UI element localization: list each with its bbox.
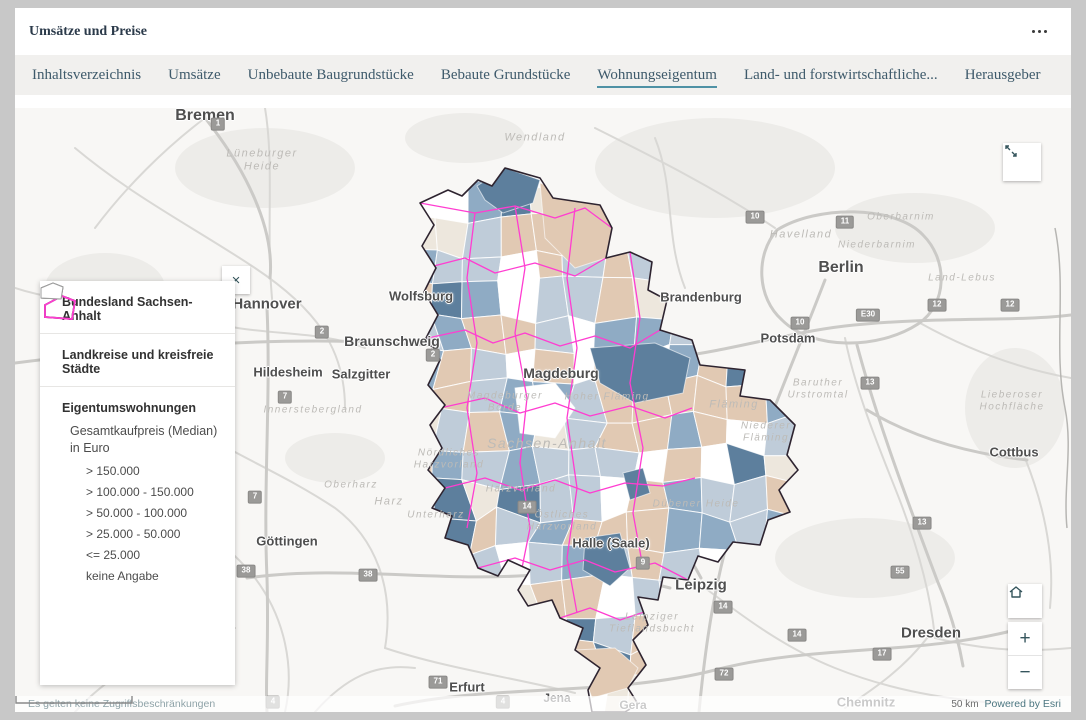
tab-bar: Inhaltsverzeichnis Umsätze Unbebaute Baugr… xyxy=(15,55,1071,95)
attribution-text: Es gelten keine Zugriffsbeschränkungen xyxy=(15,698,951,710)
legend-class-label: <= 25.000 xyxy=(86,548,140,562)
attribution-bar: Es gelten keine Zugriffsbeschränkungen 5… xyxy=(15,696,1071,712)
overflow-menu-icon[interactable] xyxy=(1026,24,1053,39)
header: Umsätze und Preise xyxy=(15,8,1071,55)
legend-class-row: <= 25.000 xyxy=(76,548,221,562)
zoom-control: + − xyxy=(1008,622,1042,689)
legend-class-row: > 25.000 - 50.000 xyxy=(76,527,221,541)
zoom-in-button[interactable]: + xyxy=(1008,622,1042,655)
legend-class-label: > 100.000 - 150.000 xyxy=(86,485,194,499)
page-title: Umsätze und Preise xyxy=(29,24,147,40)
legend-class-label: > 150.000 xyxy=(86,464,140,478)
zoom-out-button[interactable]: − xyxy=(1008,655,1042,689)
legend-renderer-subtitle: Gesamtkaufpreis (Median) in Euro xyxy=(70,423,220,457)
legend-class-label: > 25.000 - 50.000 xyxy=(86,527,180,541)
tab-herausgeber[interactable]: Herausgeber xyxy=(965,67,1041,84)
legend-panel: Bundesland Sachsen-Anhalt Landkreise und… xyxy=(40,281,235,685)
legend-class-row: > 50.000 - 100.000 xyxy=(76,506,221,520)
home-icon xyxy=(1008,584,1024,600)
tab-unbebaute-baugrundstücke[interactable]: Unbebaute Baugrundstücke xyxy=(248,67,414,84)
scale-line xyxy=(15,696,133,704)
legend-class-row: keine Angabe xyxy=(76,569,221,583)
tab-inhaltsverzeichnis[interactable]: Inhaltsverzeichnis xyxy=(32,67,141,84)
scale-bar: 50 km Powered by Esri xyxy=(951,698,1071,710)
expand-icon xyxy=(1003,143,1019,159)
map-canvas[interactable]: BremenHannoverWolfsburgBraunschweigHilde… xyxy=(15,108,1071,712)
tab-umsätze[interactable]: Umsätze xyxy=(168,67,220,84)
tab-wohnungseigentum[interactable]: Wohnungseigentum xyxy=(597,67,717,84)
legend-class-label: keine Angabe xyxy=(86,569,159,583)
choropleth-municipalities xyxy=(395,145,872,712)
expand-button[interactable] xyxy=(1003,143,1041,181)
legend-renderer-title: Eigentumswohnungen xyxy=(62,401,221,415)
legend-section-districts: Landkreise und kreisfreie Städte xyxy=(40,334,235,387)
legend-districts-title: Landkreise und kreisfreie Städte xyxy=(62,348,221,376)
legend-class-label: > 50.000 - 100.000 xyxy=(86,506,187,520)
esri-credit[interactable]: Powered by Esri xyxy=(985,698,1061,710)
legend-section-renderer: Eigentumswohnungen Gesamtkaufpreis (Medi… xyxy=(40,387,235,593)
tab-land-und-forstwirtschaftliche-[interactable]: Land- und forstwirtschaftliche... xyxy=(744,67,938,84)
scale-label: 50 km xyxy=(951,699,978,710)
tab-bebaute-grundstücke[interactable]: Bebaute Grundstücke xyxy=(441,67,571,84)
legend-classes: > 150.000 > 100.000 - 150.000 > 50.000 - 1… xyxy=(62,464,221,583)
legend-class-row: > 150.000 xyxy=(76,464,221,478)
legend-state-title: Bundesland Sachsen-Anhalt xyxy=(62,295,221,323)
app-window: Umsätze und Preise Inhaltsverzeichnis Ums… xyxy=(15,8,1071,712)
home-button[interactable] xyxy=(1008,584,1042,618)
legend-class-row: > 100.000 - 150.000 xyxy=(76,485,221,499)
